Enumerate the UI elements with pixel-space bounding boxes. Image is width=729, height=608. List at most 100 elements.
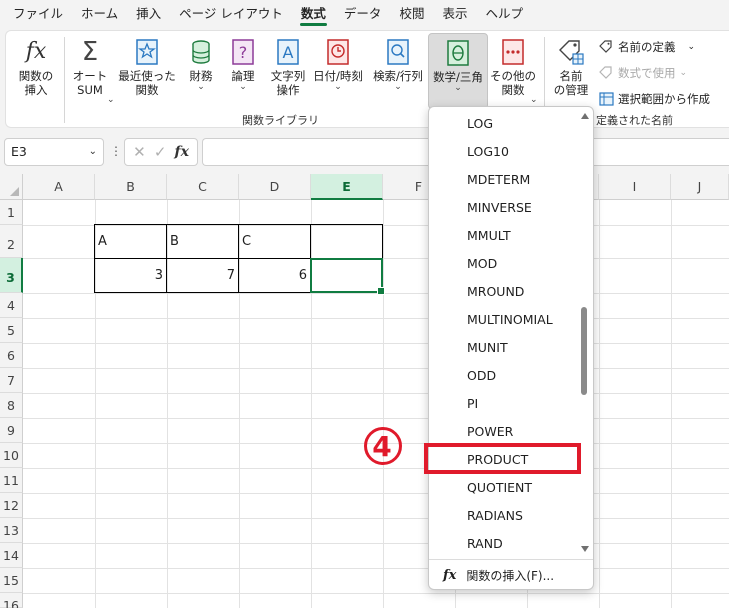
name-manager-label-1: 名前	[559, 69, 583, 83]
row-header-6[interactable]: 6	[0, 343, 23, 368]
function-item-log10[interactable]: LOG10	[429, 138, 579, 166]
lookup-button[interactable]: 検索/行列 ⌄	[368, 37, 428, 107]
name-box[interactable]: E3 ⌄	[4, 138, 104, 166]
logical-button[interactable]: ? 論理 ⌄	[222, 37, 264, 107]
row-header-1[interactable]: 1	[0, 200, 23, 225]
cell-b3[interactable]: 3	[94, 258, 167, 293]
insert-function-button[interactable]: fx 関数の 挿入	[12, 37, 60, 107]
insert-function-label-2: 挿入	[24, 83, 48, 97]
cell-c3[interactable]: 7	[166, 258, 239, 293]
scroll-up-arrow-icon[interactable]	[581, 113, 589, 119]
function-item-quotient[interactable]: QUOTIENT	[429, 474, 579, 502]
math-trig-button[interactable]: 数学/三角 ⌄	[428, 33, 488, 109]
logical-label: 論理	[231, 69, 255, 83]
insert-function-menu-item[interactable]: fx 関数の挿入(F)...	[429, 563, 593, 587]
scroll-down-arrow-icon[interactable]	[581, 546, 589, 552]
function-item-odd[interactable]: ODD	[429, 362, 579, 390]
tab-page-layout[interactable]: ページ レイアウト	[170, 0, 292, 28]
clock-book-icon	[323, 37, 353, 67]
column-header-b[interactable]: B	[95, 174, 167, 200]
cell-c2[interactable]: B	[166, 224, 239, 259]
cell-d3[interactable]: 6	[238, 258, 311, 293]
function-item-log[interactable]: LOG	[429, 110, 579, 138]
row-header-13[interactable]: 13	[0, 518, 23, 543]
function-item-radians[interactable]: RADIANS	[429, 502, 579, 530]
function-item-rand[interactable]: RAND	[429, 530, 579, 558]
cell-b2[interactable]: A	[94, 224, 167, 259]
active-cell-e3[interactable]	[310, 258, 385, 295]
row-header-8[interactable]: 8	[0, 393, 23, 418]
column-header-i[interactable]: I	[599, 174, 671, 200]
function-item-mod[interactable]: MOD	[429, 250, 579, 278]
define-name-button[interactable]: 名前の定義 ⌄	[598, 37, 695, 57]
row-header-4[interactable]: 4	[0, 293, 23, 318]
autosum-label-2: SUM	[77, 83, 103, 97]
create-from-selection-button[interactable]: 選択範囲から作成	[598, 89, 710, 109]
name-box-chevron-down-icon[interactable]: ⌄	[89, 139, 97, 165]
row-header-3[interactable]: 3	[0, 258, 23, 293]
tab-insert[interactable]: 挿入	[127, 0, 170, 28]
row-header-10[interactable]: 10	[0, 443, 23, 468]
row-header-5[interactable]: 5	[0, 318, 23, 343]
tab-data[interactable]: データ	[335, 0, 391, 28]
name-manager-label-2: の管理	[553, 83, 589, 97]
autosum-button[interactable]: Σ オート SUM	[68, 37, 112, 107]
row-header-12[interactable]: 12	[0, 493, 23, 518]
row-header-9[interactable]: 9	[0, 418, 23, 443]
function-item-mdeterm[interactable]: MDETERM	[429, 166, 579, 194]
tab-view[interactable]: 表示	[433, 0, 476, 28]
enter-check-icon[interactable]: ✓	[154, 143, 167, 161]
row-header-15[interactable]: 15	[0, 568, 23, 593]
more-functions-chevron-down-icon[interactable]: ⌄	[530, 95, 538, 105]
star-book-icon	[132, 37, 162, 67]
lookup-label: 検索/行列	[373, 69, 423, 83]
function-item-multinomial[interactable]: MULTINOMIAL	[429, 306, 579, 334]
function-item-mround[interactable]: MROUND	[429, 278, 579, 306]
tab-home[interactable]: ホーム	[72, 0, 127, 28]
tab-formulas[interactable]: 数式	[292, 0, 335, 28]
theta-book-icon	[443, 38, 473, 68]
row-header-16[interactable]: 16	[0, 593, 23, 608]
name-manager-button[interactable]: 名前 の管理	[548, 37, 594, 107]
recent-functions-button[interactable]: 最近使った 関数	[114, 37, 180, 107]
function-item-minverse[interactable]: MINVERSE	[429, 194, 579, 222]
cancel-icon[interactable]: ✕	[133, 143, 146, 161]
cell-d2[interactable]: C	[238, 224, 311, 259]
financial-button[interactable]: 財務 ⌄	[180, 37, 222, 107]
worksheet-grid[interactable]: A B C D E F G H I J 1 2 3 4 5 6 7 8 9 10…	[0, 174, 729, 608]
function-item-mmult[interactable]: MMULT	[429, 222, 579, 250]
highlight-box-product	[424, 443, 581, 474]
column-header-j[interactable]: J	[671, 174, 729, 200]
row-header-7[interactable]: 7	[0, 368, 23, 393]
insert-function-fx-icon[interactable]: fx	[175, 144, 189, 160]
use-in-formula-chevron-down-icon: ⌄	[679, 68, 688, 78]
tab-help[interactable]: ヘルプ	[476, 0, 532, 28]
magnifier-book-icon	[383, 37, 413, 67]
create-from-selection-label: 選択範囲から作成	[618, 92, 710, 106]
use-in-formula-button[interactable]: 数式で使用 ⌄	[598, 63, 687, 83]
column-header-c[interactable]: C	[167, 174, 239, 200]
select-all-corner[interactable]	[0, 174, 23, 200]
function-item-munit[interactable]: MUNIT	[429, 334, 579, 362]
gridline	[599, 200, 600, 608]
column-header-e[interactable]: E	[311, 174, 383, 200]
tab-review[interactable]: 校閲	[390, 0, 433, 28]
tag-grid-icon	[556, 37, 586, 67]
dots-book-icon	[498, 37, 528, 67]
dropdown-scrollbar-thumb[interactable]	[581, 307, 587, 395]
function-item-power[interactable]: POWER	[429, 418, 579, 446]
datetime-label: 日付/時刻	[313, 69, 363, 83]
more-options-icon[interactable]: ⋮	[110, 144, 122, 158]
column-header-a[interactable]: A	[23, 174, 95, 200]
cell-e2[interactable]	[310, 224, 383, 259]
column-header-d[interactable]: D	[239, 174, 311, 200]
recent-functions-label-2: 関数	[135, 83, 159, 97]
row-header-2[interactable]: 2	[0, 225, 23, 258]
question-book-icon: ?	[228, 37, 258, 67]
function-item-pi[interactable]: PI	[429, 390, 579, 418]
text-button[interactable]: A 文字列 操作	[264, 37, 312, 107]
tab-file[interactable]: ファイル	[4, 0, 72, 28]
row-header-14[interactable]: 14	[0, 543, 23, 568]
row-header-11[interactable]: 11	[0, 468, 23, 493]
datetime-button[interactable]: 日付/時刻 ⌄	[310, 37, 366, 107]
